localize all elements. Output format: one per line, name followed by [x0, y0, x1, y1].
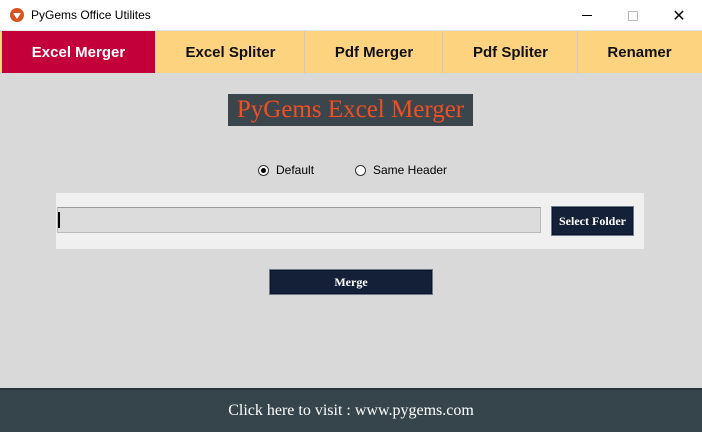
merge-button[interactable]: Merge: [269, 269, 433, 295]
tab-excel-merger[interactable]: Excel Merger: [2, 31, 156, 73]
close-icon: ✕: [672, 5, 686, 25]
title-bar: PyGems Office Utilites ✕: [0, 0, 702, 31]
minimize-icon: [582, 15, 592, 16]
page-title: PyGems Excel Merger: [228, 94, 473, 126]
maximize-icon: [628, 10, 638, 21]
radio-unchecked-icon[interactable]: [355, 164, 366, 176]
select-folder-button[interactable]: Select Folder: [551, 206, 634, 236]
tab-pdf-merger[interactable]: Pdf Merger: [306, 31, 443, 73]
close-button[interactable]: ✕: [656, 0, 702, 31]
folder-path-input[interactable]: [57, 207, 541, 233]
radio-same-header[interactable]: Same Header: [355, 162, 447, 178]
radio-default-label: Default: [276, 163, 315, 177]
window-title: PyGems Office Utilites: [31, 8, 151, 22]
radio-checked-icon[interactable]: [258, 164, 269, 176]
maximize-button[interactable]: [610, 0, 656, 31]
tab-pdf-spliter[interactable]: Pdf Spliter: [444, 31, 578, 73]
radio-default[interactable]: Default: [258, 162, 314, 178]
tab-bar: Excel Merger Excel Spliter Pdf Merger Pd…: [0, 31, 702, 73]
app-logo-icon: [10, 8, 24, 22]
radio-same-header-label: Same Header: [373, 163, 448, 177]
minimize-button[interactable]: [564, 0, 610, 31]
text-caret: [58, 212, 60, 228]
footer-link[interactable]: Click here to visit : www.pygems.com: [0, 388, 702, 432]
tab-renamer[interactable]: Renamer: [579, 31, 700, 73]
tab-excel-spliter[interactable]: Excel Spliter: [157, 31, 305, 73]
